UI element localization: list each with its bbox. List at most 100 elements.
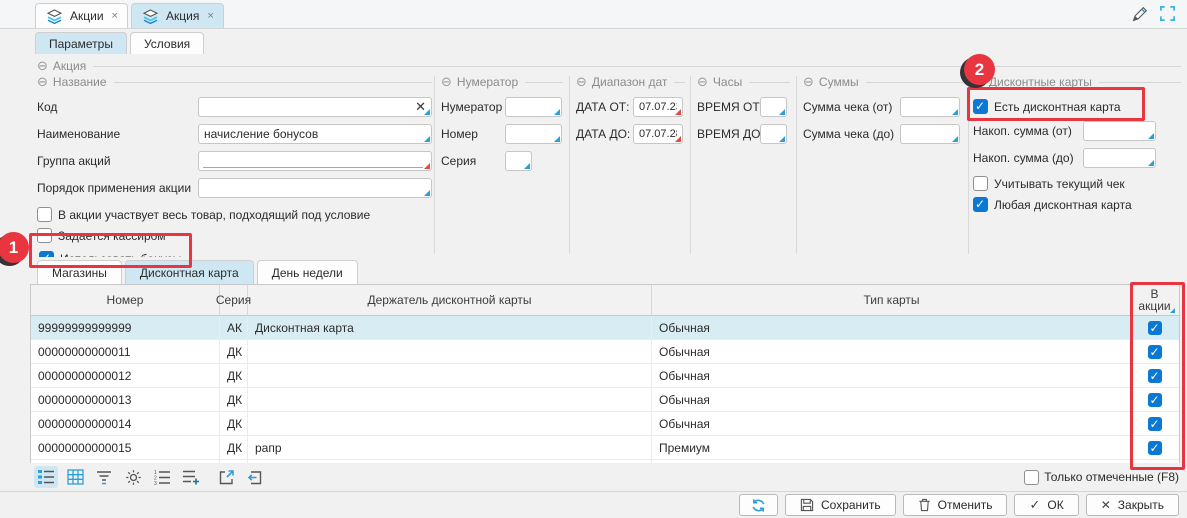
summa-do-label: Сумма чека (до) [803,127,900,141]
column-header-nomer[interactable]: Номер [31,285,220,315]
clear-icon[interactable]: ✕ [415,99,426,115]
tab-usloviya[interactable]: Условия [130,32,204,54]
group-label: Суммы [819,75,859,89]
nakop-ot-input[interactable] [1083,121,1156,141]
table-toolbar: 123 Только отмеченные (F8) [0,463,1187,492]
cancel-button[interactable]: Отменить [903,494,1008,516]
column-header-seriya[interactable]: Серия [220,285,248,315]
data-do-input[interactable]: 07.07.28 [633,124,683,144]
table-row[interactable]: 99999999999999 АК Дисконтная карта Обычн… [31,316,1179,340]
est-karta-checkbox[interactable] [973,99,988,114]
numerator-input[interactable] [505,97,562,117]
nomer-label: Номер [441,127,505,141]
grid-view-icon[interactable] [63,466,87,488]
collapse-icon[interactable]: ⊖ [697,74,708,90]
group-label: Название [53,75,107,89]
tab-den-nedeli[interactable]: День недели [257,260,358,284]
collapse-icon[interactable]: ⊖ [576,74,587,90]
in-action-cell [1132,316,1177,339]
vremya-do-input[interactable] [760,124,787,144]
card-number-cell: 99999999999999 [31,316,220,339]
card-holder-cell: рапр [248,436,652,459]
kod-input[interactable]: ✕ [198,97,432,117]
seriya-label: Серия [441,154,505,168]
collapse-icon[interactable]: ⊖ [441,74,452,90]
card-series-cell: ДК [220,364,248,387]
card-type-cell: Обычная [652,412,1132,435]
tab-label: День недели [272,266,343,280]
table-row[interactable]: 00000000000015 ДК рапр Премиум [31,436,1179,460]
tab-diskontnaya-karta[interactable]: Дисконтная карта [125,260,254,284]
column-header-tip-karty[interactable]: Тип карты [652,285,1132,315]
summa-ot-input[interactable] [900,97,960,117]
collapse-icon[interactable]: ⊖ [37,58,48,74]
table-row[interactable]: 00000000000014 ДК Обычная [31,412,1179,436]
collapse-icon[interactable]: ⊖ [37,74,48,90]
in-action-checkbox[interactable] [1148,369,1162,383]
lyubaya-karta-checkbox[interactable] [973,197,988,212]
tab-magaziny[interactable]: Магазины [37,260,122,284]
naimenovanie-input[interactable]: начисление бонусов [198,124,432,144]
ves-tovar-checkbox[interactable] [37,207,52,222]
only-marked-checkbox[interactable] [1024,470,1039,485]
in-action-checkbox[interactable] [1148,345,1162,359]
column-header-v-akcii[interactable]: В акции [1132,285,1177,315]
ves-tovar-checkbox-row[interactable]: В акции участвует весь товар, подходящий… [37,207,432,222]
refresh-icon [751,498,766,513]
section-sums: ⊖ Суммы Сумма чека (от) Сумма чека (до) [803,74,963,144]
group-label: Часы [713,75,742,89]
est-karta-checkbox-row[interactable]: Есть дисконтная карта [973,99,1181,114]
save-button[interactable]: Сохранить [785,494,896,516]
edit-icon[interactable] [1130,4,1149,23]
tab-akcii[interactable]: Акции × [35,3,128,28]
seriya-input[interactable] [505,151,532,171]
summa-do-input[interactable] [900,124,960,144]
reload-icon[interactable] [243,466,267,488]
section-date-range: ⊖ Диапазон дат ДАТА ОТ: 07.07.23 ДАТА ДО… [576,74,685,144]
gruppa-akcij-input[interactable] [198,151,432,171]
data-ot-input[interactable]: 07.07.23 [633,97,683,117]
table-row[interactable]: 00000000000011 ДК Обычная [31,340,1179,364]
kassir-checkbox[interactable] [37,228,52,243]
tab-parametry[interactable]: Параметры [35,32,127,54]
numbered-list-icon[interactable]: 123 [150,466,174,488]
vremya-ot-input[interactable] [760,97,787,117]
tekushij-chek-checkbox-row[interactable]: Учитывать текущий чек [973,176,1181,191]
ok-button[interactable]: ✓ ОК [1014,494,1078,516]
tekushij-chek-checkbox[interactable] [973,176,988,191]
nomer-input[interactable] [505,124,562,144]
settings-gear-icon[interactable] [121,466,145,488]
refresh-button[interactable] [739,494,778,516]
parameters-panel: ⊖ Акция ⊖ Название Код ✕ Наиме [0,54,1187,257]
checkbox-label: Есть дисконтная карта [994,100,1121,114]
detail-tabbar: Магазины Дисконтная карта День недели [0,257,1187,284]
table-row[interactable]: 00000000000013 ДК Обычная [31,388,1179,412]
column-header-derzhatel[interactable]: Держатель дисконтной карты [248,285,652,315]
section-discount-cards: ⊖ Дисконтные карты Есть дисконтная карта… [973,74,1181,212]
open-external-icon[interactable] [214,466,238,488]
close-icon[interactable]: × [207,10,213,22]
close-icon[interactable]: × [112,10,118,22]
card-number-cell: 00000000000014 [31,412,220,435]
poryadok-input[interactable] [198,178,432,198]
add-to-list-icon[interactable] [179,466,203,488]
collapse-icon[interactable]: ⊖ [803,74,814,90]
section-hours: ⊖ Часы ВРЕМЯ ОТ: ВРЕМЯ ДО: [697,74,790,144]
in-action-checkbox[interactable] [1148,393,1162,407]
kassir-checkbox-row[interactable]: Задается кассиром [37,228,432,243]
filter-icon[interactable] [92,466,116,488]
document-tabbar: Акции × Акция × [0,0,1187,29]
tab-akcia[interactable]: Акция × [131,3,224,28]
list-view-icon[interactable] [34,466,58,488]
table-row[interactable]: 00000000000012 ДК Обычная [31,364,1179,388]
poryadok-label: Порядок применения акции [37,181,198,195]
expand-icon[interactable] [1158,4,1177,23]
only-marked-row[interactable]: Только отмеченные (F8) [1024,470,1179,485]
lyubaya-karta-checkbox-row[interactable]: Любая дисконтная карта [973,197,1181,212]
in-action-checkbox[interactable] [1148,441,1162,455]
in-action-checkbox[interactable] [1148,321,1162,335]
nakop-do-input[interactable] [1083,148,1156,168]
in-action-checkbox[interactable] [1148,417,1162,431]
group-dates-header: ⊖ Диапазон дат [576,74,685,90]
close-button[interactable]: ✕ Закрыть [1086,494,1179,516]
